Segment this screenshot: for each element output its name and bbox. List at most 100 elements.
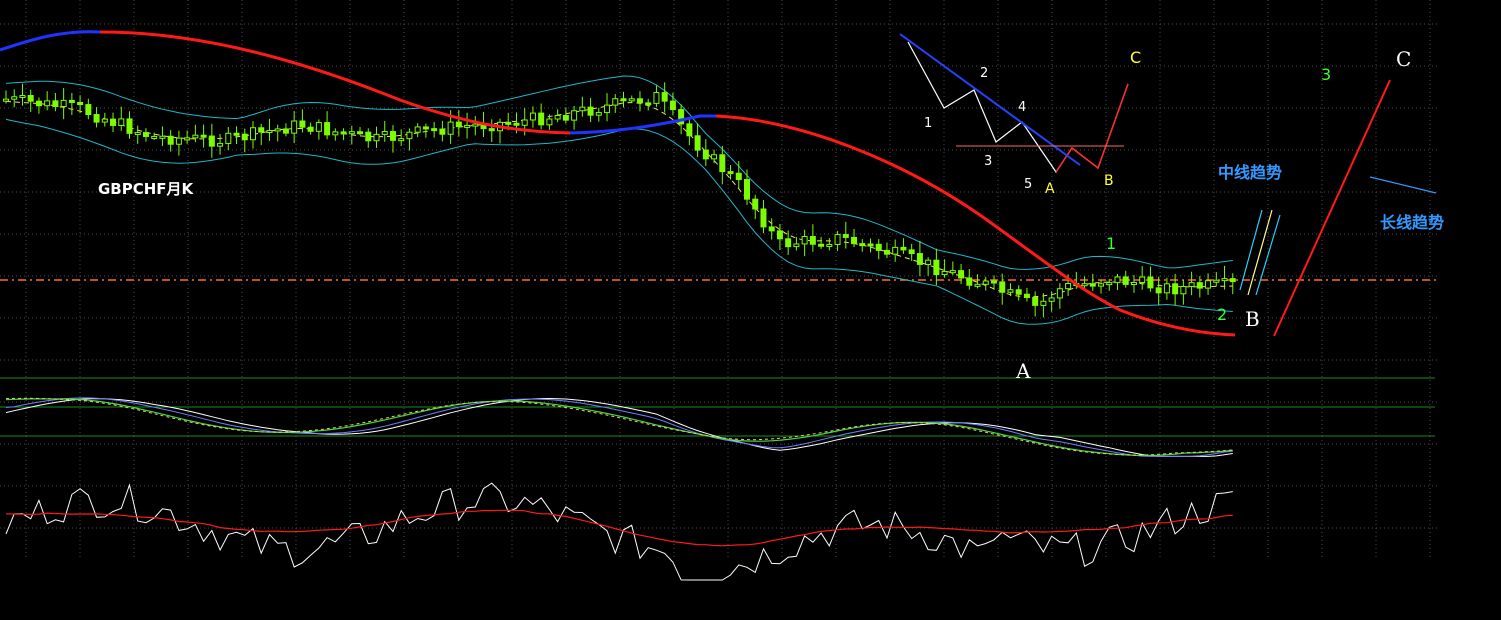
candle-body bbox=[85, 104, 92, 116]
candle-body bbox=[431, 128, 438, 132]
candle-body bbox=[192, 134, 199, 139]
wave-label-B: B bbox=[1245, 307, 1260, 331]
candle-body bbox=[1032, 296, 1039, 306]
candle-body bbox=[447, 121, 454, 135]
candle-body bbox=[1130, 281, 1137, 285]
candle-body bbox=[439, 128, 446, 135]
candle-body bbox=[760, 208, 767, 228]
candle-body bbox=[159, 135, 166, 139]
candle-body bbox=[324, 122, 331, 136]
candle-body bbox=[513, 122, 520, 126]
candle-body bbox=[694, 135, 701, 151]
candle-body bbox=[1221, 278, 1228, 282]
candle-body bbox=[1139, 276, 1146, 283]
candle-body bbox=[455, 121, 462, 128]
candle-body bbox=[250, 127, 256, 141]
candle-body bbox=[1023, 293, 1030, 298]
candle-body bbox=[307, 126, 314, 132]
candle-body bbox=[1205, 280, 1212, 289]
candle-body bbox=[110, 118, 117, 126]
candle-body bbox=[60, 99, 67, 107]
candle-body bbox=[274, 128, 281, 132]
candle-body bbox=[381, 131, 388, 135]
candle-body bbox=[834, 234, 841, 245]
candle-body bbox=[241, 133, 248, 141]
candle-body bbox=[735, 172, 742, 181]
candle-body bbox=[661, 92, 668, 102]
candle-body bbox=[554, 115, 561, 120]
candle-body bbox=[744, 179, 750, 200]
candle-body bbox=[818, 243, 825, 247]
candle-body bbox=[200, 134, 207, 138]
candle-body bbox=[389, 131, 396, 141]
candle-body bbox=[900, 246, 907, 251]
candle-body bbox=[768, 226, 775, 232]
candle-body bbox=[521, 119, 528, 126]
candle-body bbox=[826, 243, 833, 247]
candle-body bbox=[645, 102, 652, 106]
candle-body bbox=[340, 131, 347, 135]
wave-label-C: C bbox=[1396, 47, 1411, 71]
candle-body bbox=[958, 270, 965, 279]
inset-label-3: 3 bbox=[984, 154, 992, 169]
candle-body bbox=[357, 131, 364, 135]
candle-body bbox=[291, 120, 298, 134]
wave-label-1: 1 bbox=[1106, 234, 1116, 253]
candle-body bbox=[1048, 297, 1055, 302]
candle-body bbox=[966, 277, 973, 286]
candle-body bbox=[101, 118, 108, 123]
candle-body bbox=[587, 106, 594, 116]
candle-body bbox=[175, 137, 182, 145]
candle-body bbox=[118, 118, 125, 126]
candle-body bbox=[529, 112, 536, 121]
candle-body bbox=[1196, 282, 1203, 289]
wave-label-A: A bbox=[1015, 359, 1031, 383]
candle-body bbox=[941, 270, 948, 276]
candle-body bbox=[373, 133, 380, 142]
candle-body bbox=[579, 106, 586, 112]
candle-body bbox=[1056, 288, 1063, 299]
candle-body bbox=[842, 234, 849, 238]
candle-body bbox=[711, 154, 718, 160]
long-trend-label: 长线趋势 bbox=[1380, 213, 1444, 232]
candle-body bbox=[908, 249, 915, 255]
medium-trend-label: 中线趋势 bbox=[1218, 163, 1282, 182]
candle-body bbox=[620, 98, 627, 102]
candle-body bbox=[414, 126, 421, 133]
candle-body bbox=[1098, 283, 1105, 287]
candle-body bbox=[167, 135, 174, 145]
candle-body bbox=[488, 128, 495, 132]
candle-body bbox=[134, 132, 141, 136]
candle-body bbox=[1040, 300, 1047, 306]
candle-body bbox=[974, 283, 981, 287]
candle-body bbox=[1106, 282, 1113, 286]
candle-body bbox=[883, 249, 890, 255]
candle-body bbox=[332, 131, 339, 136]
candle-body bbox=[464, 124, 471, 128]
candle-body bbox=[225, 132, 232, 144]
candle-body bbox=[604, 104, 611, 114]
candle-body bbox=[1163, 283, 1170, 294]
inset-label-5: 5 bbox=[1024, 177, 1032, 192]
candle-body bbox=[809, 236, 816, 245]
candle-body bbox=[1213, 279, 1220, 283]
candle-body bbox=[1015, 289, 1022, 295]
candle-body bbox=[851, 236, 858, 245]
candle-body bbox=[776, 230, 783, 240]
candle-body bbox=[68, 99, 75, 103]
candle-body bbox=[348, 131, 355, 135]
candle-body bbox=[546, 118, 553, 126]
inset-label-2: 2 bbox=[980, 66, 988, 81]
candle-body bbox=[669, 100, 676, 111]
candle-body bbox=[1007, 289, 1014, 293]
chart-background bbox=[0, 0, 1501, 620]
candle-body bbox=[1065, 283, 1072, 290]
candle-body bbox=[702, 149, 709, 160]
candle-body bbox=[126, 118, 133, 134]
candle-body bbox=[27, 95, 34, 102]
candle-body bbox=[752, 198, 759, 210]
candle-body bbox=[628, 98, 635, 102]
candle-body bbox=[365, 131, 372, 142]
candle-body bbox=[785, 238, 792, 248]
candle-body bbox=[595, 112, 602, 116]
